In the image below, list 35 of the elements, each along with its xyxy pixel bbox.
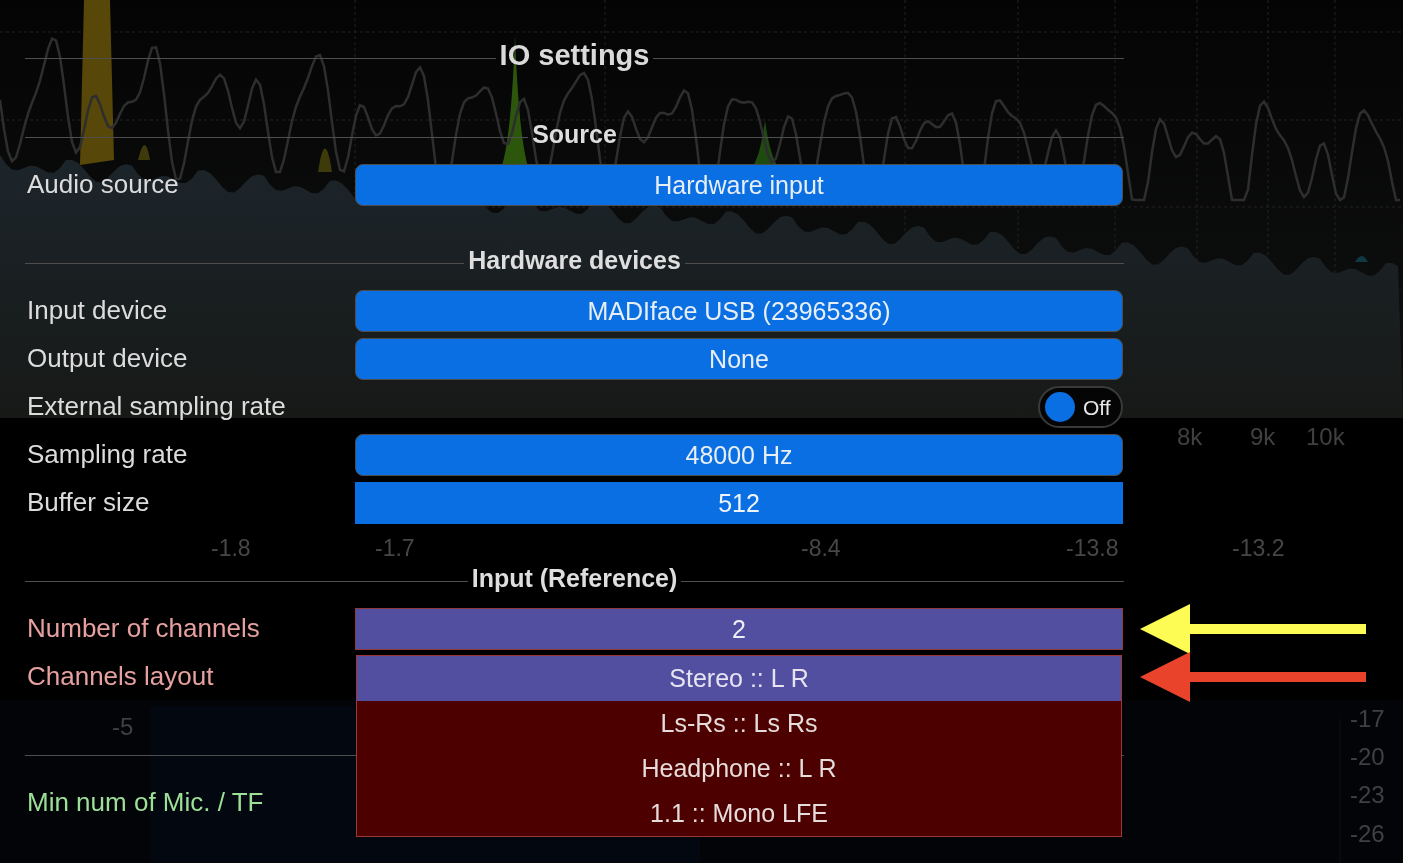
- field-label: Min num of Mic. / TF: [27, 786, 264, 817]
- field-label: Audio source: [27, 168, 179, 199]
- field-label: External sampling rate: [27, 390, 286, 421]
- scale-label: -17: [1350, 707, 1385, 731]
- scale-label: -26: [1350, 822, 1385, 846]
- scale-label: -23: [1350, 783, 1385, 807]
- readout-value: -13.2: [1232, 537, 1285, 560]
- readout-value: -8.4: [801, 537, 841, 560]
- dropdown-button[interactable]: MADIface USB (23965336): [355, 290, 1123, 332]
- dropdown-button[interactable]: None: [355, 338, 1123, 380]
- section-heading: Input (Reference): [470, 565, 679, 591]
- readout-value: -1.8: [211, 537, 251, 560]
- field-label: Buffer size: [27, 486, 150, 517]
- readout-value: -1.7: [375, 537, 415, 560]
- value-field[interactable]: 2: [355, 608, 1123, 650]
- field-label: Sampling rate: [27, 438, 188, 469]
- axis-label: 10k: [1306, 425, 1345, 449]
- axis-label: 9k: [1250, 425, 1276, 449]
- section-heading: Source: [531, 121, 618, 147]
- dropdown-button[interactable]: Hardware input: [355, 164, 1123, 206]
- dropdown-button[interactable]: 48000 Hz: [355, 434, 1123, 476]
- field-label: Output device: [27, 342, 188, 373]
- section-heading: Hardware devices: [467, 247, 682, 273]
- dropdown-option[interactable]: Stereo :: L R: [357, 656, 1121, 701]
- field-label: Channels layout: [27, 660, 214, 691]
- dialog-title: IO settings: [498, 40, 651, 70]
- switch-knob-icon: [1045, 392, 1075, 422]
- value-field[interactable]: 512: [355, 482, 1123, 524]
- field-label: Number of channels: [27, 612, 260, 643]
- readout-value: -13.8: [1066, 537, 1119, 560]
- scale-label: -20: [1350, 745, 1385, 769]
- toggle-switch[interactable]: Off: [1038, 386, 1123, 428]
- axis-label: 8k: [1177, 425, 1203, 449]
- field-label: Input device: [27, 294, 168, 325]
- scale-label: -5: [112, 715, 134, 739]
